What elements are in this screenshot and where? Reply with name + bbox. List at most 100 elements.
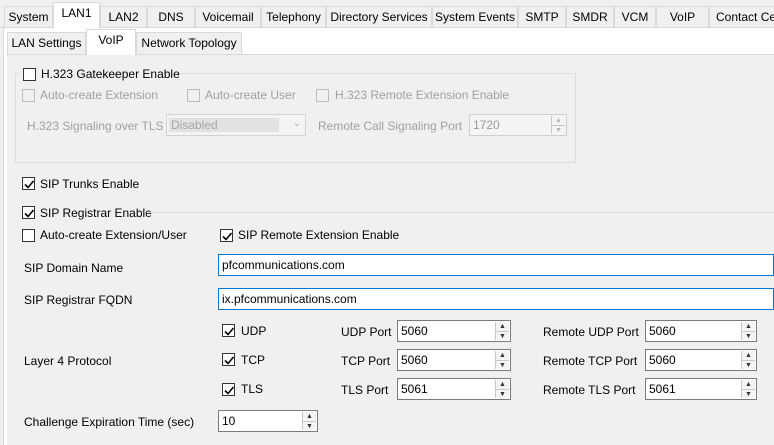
checkmark-icon [222, 232, 233, 241]
chevron-down-icon: ⌄ [292, 118, 301, 129]
tab-lan1[interactable]: LAN1 [53, 2, 100, 29]
tcp-checkbox[interactable] [222, 353, 235, 366]
checkmark-icon [24, 180, 35, 189]
tls-label: TLS [241, 382, 264, 396]
tab-voip-sub[interactable]: VoIP [86, 29, 136, 55]
sip-remote-extension-checkbox[interactable] [220, 229, 233, 242]
auto-create-extension-user-checkbox[interactable] [22, 229, 35, 242]
tab-voip[interactable]: VoIP [656, 6, 709, 28]
spin-down-icon[interactable]: ▼ [302, 421, 316, 430]
h323-gatekeeper-label: H.323 Gatekeeper Enable [41, 67, 180, 81]
tab-network-topology[interactable]: Network Topology [136, 32, 242, 54]
spin-up-icon[interactable]: ▲ [551, 116, 565, 125]
remote-call-signaling-port-value: 1720 [473, 118, 500, 132]
remote-tls-port-label: Remote TLS Port [543, 383, 636, 397]
spin-up-icon[interactable]: ▲ [741, 351, 755, 360]
tls-port-value: 5061 [401, 382, 428, 396]
h323-auto-create-extension-checkbox[interactable] [22, 89, 35, 102]
tcp-label: TCP [241, 353, 265, 367]
sip-registrar-checkbox[interactable] [22, 206, 35, 219]
udp-port-spinner[interactable]: ▲ ▼ [495, 322, 509, 340]
sip-domain-name-input[interactable]: pfcommunications.com [218, 254, 774, 276]
spin-up-icon[interactable]: ▲ [741, 380, 755, 389]
auto-create-extension-user-label: Auto-create Extension/User [40, 228, 187, 242]
h323-remote-extension-checkbox[interactable] [316, 89, 329, 102]
spin-down-icon[interactable]: ▼ [495, 389, 509, 398]
tls-port-spinner[interactable]: ▲ ▼ [495, 380, 509, 398]
tab-smdr[interactable]: SMDR [566, 6, 614, 28]
tab-vcm[interactable]: VCM [614, 6, 656, 28]
remote-tls-port-input[interactable]: 5061 ▲ ▼ [645, 378, 757, 400]
h323-signaling-tls-value: Disabled [169, 118, 279, 132]
tcp-port-label: TCP Port [341, 354, 391, 368]
remote-call-signaling-port-spinner[interactable]: ▲ ▼ [551, 116, 565, 134]
spin-down-icon[interactable]: ▼ [495, 331, 509, 340]
tab-system-events[interactable]: System Events [432, 6, 518, 28]
tab-dns[interactable]: DNS [147, 6, 195, 28]
challenge-expiration-spinner[interactable]: ▲ ▼ [302, 412, 316, 430]
h323-auto-create-user-checkbox[interactable] [187, 89, 200, 102]
udp-port-value: 5060 [401, 324, 428, 338]
udp-checkbox[interactable] [222, 324, 235, 337]
checkmark-icon [224, 327, 235, 336]
spin-down-icon[interactable]: ▼ [741, 331, 755, 340]
tls-checkbox[interactable] [222, 383, 235, 396]
sip-trunks-checkbox[interactable] [22, 177, 35, 190]
tab-lan-settings[interactable]: LAN Settings [7, 32, 86, 54]
tab-voicemail[interactable]: Voicemail [195, 6, 261, 28]
spin-down-icon[interactable]: ▼ [495, 360, 509, 369]
remote-tls-port-spinner[interactable]: ▲ ▼ [741, 380, 755, 398]
challenge-expiration-input[interactable]: 10 ▲ ▼ [218, 410, 318, 432]
tab-system[interactable]: System [4, 6, 53, 28]
sip-domain-name-label: SIP Domain Name [24, 261, 124, 275]
tcp-port-input[interactable]: 5060 ▲ ▼ [397, 349, 511, 371]
spin-up-icon[interactable]: ▲ [495, 380, 509, 389]
remote-tcp-port-input[interactable]: 5060 ▲ ▼ [645, 349, 757, 371]
remote-tcp-port-value: 5060 [649, 353, 676, 367]
checkmark-icon [224, 356, 235, 365]
remote-udp-port-value: 5060 [649, 324, 676, 338]
tls-port-label: TLS Port [341, 383, 389, 397]
tcp-port-value: 5060 [401, 353, 428, 367]
spin-up-icon[interactable]: ▲ [495, 351, 509, 360]
remote-udp-port-spinner[interactable]: ▲ ▼ [741, 322, 755, 340]
remote-udp-port-input[interactable]: 5060 ▲ ▼ [645, 320, 757, 342]
sip-registrar-label: SIP Registrar Enable [40, 206, 152, 220]
h323-gatekeeper-checkbox[interactable] [23, 68, 36, 81]
remote-call-signaling-port-label: Remote Call Signaling Port [318, 119, 463, 133]
spin-up-icon[interactable]: ▲ [741, 322, 755, 331]
spin-up-icon[interactable]: ▲ [302, 412, 316, 421]
h323-signaling-tls-select[interactable]: Disabled ⌄ [166, 114, 306, 136]
remote-call-signaling-port-input[interactable]: 1720 ▲ ▼ [469, 114, 567, 136]
tls-port-input[interactable]: 5061 ▲ ▼ [397, 378, 511, 400]
remote-tcp-port-spinner[interactable]: ▲ ▼ [741, 351, 755, 369]
remote-tls-port-value: 5061 [649, 382, 676, 396]
spin-down-icon[interactable]: ▼ [551, 125, 565, 134]
tab-contact-center[interactable]: Contact Ce [709, 6, 774, 28]
sip-remote-extension-label: SIP Remote Extension Enable [238, 228, 400, 242]
sip-registrar-divider [149, 212, 774, 213]
tab-directory-services[interactable]: Directory Services [326, 6, 432, 28]
h323-signaling-tls-label: H.323 Signaling over TLS [27, 119, 164, 133]
challenge-expiration-value: 10 [222, 414, 236, 428]
tcp-port-spinner[interactable]: ▲ ▼ [495, 351, 509, 369]
checkmark-icon [24, 209, 35, 218]
checkmark-icon [224, 386, 235, 395]
tab-smtp[interactable]: SMTP [518, 6, 566, 28]
sip-trunks-label: SIP Trunks Enable [40, 177, 140, 191]
main-tab-bar: System LAN1 LAN2 DNS Voicemail Telephony… [0, 0, 774, 29]
udp-port-label: UDP Port [341, 325, 392, 339]
tab-telephony[interactable]: Telephony [261, 6, 326, 28]
spin-up-icon[interactable]: ▲ [495, 322, 509, 331]
sip-registrar-fqdn-label: SIP Registrar FQDN [24, 293, 133, 307]
layer4-protocol-label: Layer 4 Protocol [24, 354, 112, 368]
spin-down-icon[interactable]: ▼ [741, 389, 755, 398]
sip-registrar-fqdn-input[interactable]: ix.pfcommunications.com [218, 288, 774, 310]
tab-lan2[interactable]: LAN2 [100, 6, 147, 28]
udp-port-input[interactable]: 5060 ▲ ▼ [397, 320, 511, 342]
remote-tcp-port-label: Remote TCP Port [543, 354, 638, 368]
h323-auto-create-user-label: Auto-create User [205, 88, 296, 102]
remote-udp-port-label: Remote UDP Port [543, 325, 639, 339]
udp-label: UDP [241, 324, 267, 338]
spin-down-icon[interactable]: ▼ [741, 360, 755, 369]
